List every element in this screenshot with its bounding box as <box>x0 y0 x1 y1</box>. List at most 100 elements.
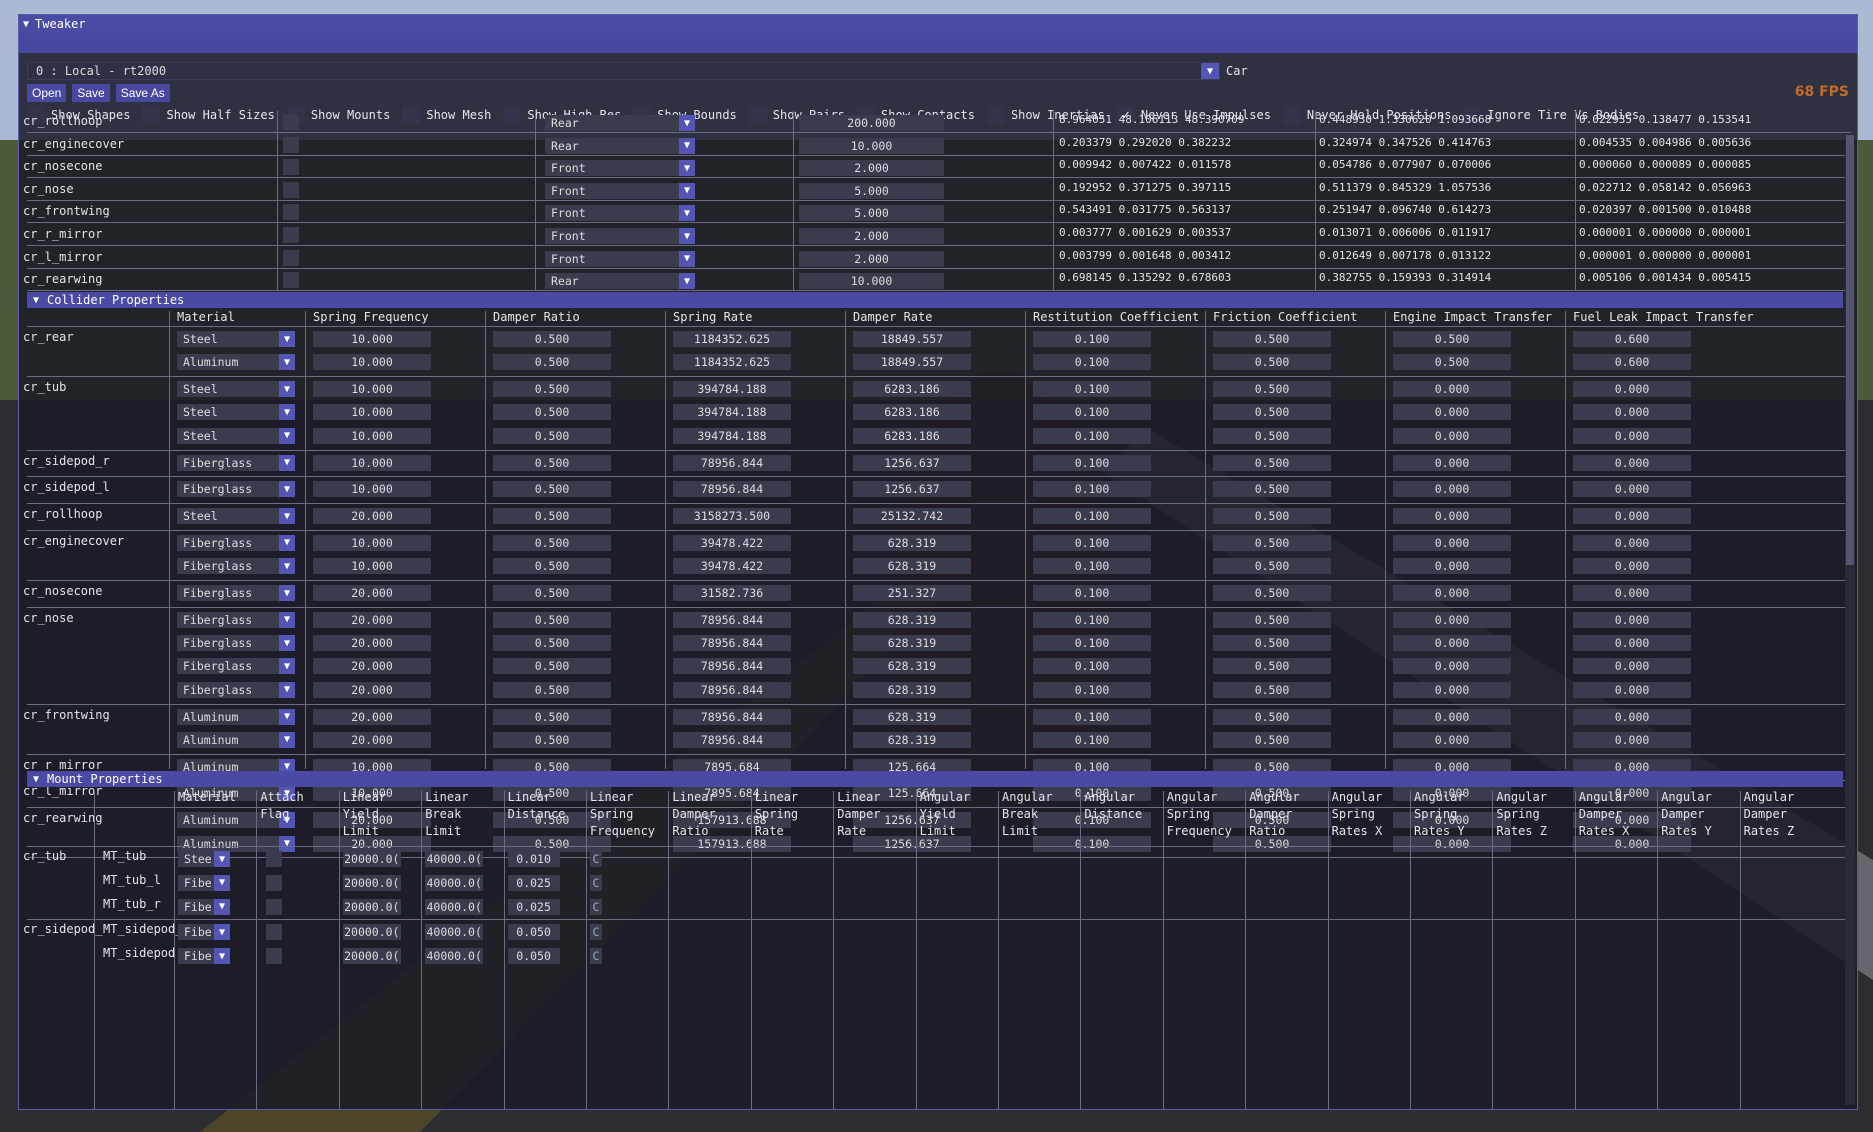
collider-value-field[interactable]: 0.000 <box>1573 534 1691 551</box>
collider-value-field[interactable]: 10.000 <box>313 427 431 444</box>
mass-field[interactable]: 2.000 <box>799 228 944 244</box>
collider-value-field[interactable]: 10.000 <box>313 404 431 421</box>
collider-value-field[interactable]: 0.500 <box>1213 427 1331 444</box>
material-select[interactable]: Aluminum ▼ <box>177 354 295 371</box>
body-flag-checkbox[interactable] <box>283 181 299 198</box>
axle-select[interactable]: Rear ▼ <box>545 273 695 290</box>
collider-value-field[interactable]: 628.319 <box>853 611 971 628</box>
collider-value-field[interactable]: 0.100 <box>1033 558 1151 575</box>
collider-value-field[interactable]: 0.000 <box>1393 427 1511 444</box>
collider-value-field[interactable]: 0.000 <box>1573 635 1691 652</box>
collider-value-field[interactable]: 0.000 <box>1393 611 1511 628</box>
collider-value-field[interactable]: 78956.844 <box>673 481 791 498</box>
collider-value-field[interactable]: 0.000 <box>1393 454 1511 471</box>
axle-select[interactable]: Front ▼ <box>545 250 695 267</box>
collider-value-field[interactable]: 628.319 <box>853 658 971 675</box>
collider-value-field[interactable]: 0.100 <box>1033 381 1151 398</box>
break-limit-field[interactable]: 40000.0( <box>425 898 484 915</box>
yield-limit-field[interactable]: 20000.0( <box>342 874 401 891</box>
material-select[interactable]: Fiberglass ▼ <box>177 534 295 551</box>
yield-limit-field[interactable]: 20000.0( <box>342 948 401 965</box>
material-select[interactable]: Aluminum ▼ <box>177 731 295 748</box>
checkbox-box[interactable] <box>1282 106 1301 124</box>
collider-value-field[interactable]: 0.100 <box>1033 658 1151 675</box>
collider-value-field[interactable]: 10.000 <box>313 558 431 575</box>
collider-value-field[interactable]: 0.100 <box>1033 585 1151 601</box>
mass-field[interactable]: 2.000 <box>799 250 944 267</box>
material-select[interactable]: Aluminum ▼ <box>177 708 295 725</box>
mass-field[interactable]: 10.000 <box>799 137 944 154</box>
collider-value-field[interactable]: 78956.844 <box>673 454 791 471</box>
collider-value-field[interactable]: 0.100 <box>1033 404 1151 421</box>
collider-value-field[interactable]: 0.500 <box>493 708 611 725</box>
axle-select[interactable]: Front ▼ <box>545 160 695 177</box>
collider-value-field[interactable]: 78956.844 <box>673 708 791 725</box>
mass-field[interactable]: 200.000 <box>799 115 944 131</box>
collider-value-field[interactable]: 0.000 <box>1393 481 1511 498</box>
collider-value-field[interactable]: 0.100 <box>1033 508 1151 525</box>
material-select[interactable]: Aluminum ▼ <box>177 835 295 852</box>
collider-value-field[interactable]: 25132.742 <box>853 508 971 525</box>
material-select[interactable]: Steel ▼ <box>177 381 295 398</box>
checkbox-box[interactable] <box>748 106 767 124</box>
collider-value-field[interactable]: 0.100 <box>1033 635 1151 652</box>
mount-material-select[interactable]: Fibe ▼ <box>178 898 230 915</box>
chevron-down-icon[interactable]: ▼ <box>279 835 295 852</box>
collider-value-field[interactable]: 1256.637 <box>853 454 971 471</box>
mount-material-select[interactable]: Fibe ▼ <box>178 924 230 941</box>
chevron-down-icon[interactable]: ▼ <box>279 658 295 675</box>
mount-section-header[interactable]: ▼ Mount Properties <box>27 771 1843 787</box>
collider-value-field[interactable]: 0.500 <box>1213 454 1331 471</box>
chevron-down-icon[interactable]: ▼ <box>679 228 695 244</box>
collider-value-field[interactable]: 0.000 <box>1573 681 1691 698</box>
collider-value-field[interactable]: 0.000 <box>1573 708 1691 725</box>
collider-value-field[interactable]: 1184352.625 <box>673 354 791 371</box>
collider-value-field[interactable]: 0.500 <box>1213 558 1331 575</box>
collider-value-field[interactable]: 0.500 <box>493 427 611 444</box>
open-button[interactable]: Open <box>27 84 67 102</box>
collider-value-field[interactable]: 0.100 <box>1033 534 1151 551</box>
chevron-down-icon[interactable]: ▼ <box>279 635 295 652</box>
collider-value-field[interactable]: 0.100 <box>1033 681 1151 698</box>
collider-value-field[interactable]: 0.500 <box>1213 331 1331 347</box>
collider-value-field[interactable]: 0.500 <box>1213 635 1331 652</box>
axle-select[interactable]: Rear ▼ <box>545 137 695 154</box>
option-checkbox[interactable]: Show Mesh <box>402 106 491 124</box>
linear-spring-field[interactable]: C <box>590 898 602 915</box>
checkbox-box[interactable] <box>142 106 161 124</box>
collider-value-field[interactable]: 0.000 <box>1393 708 1511 725</box>
collider-value-field[interactable]: 0.000 <box>1573 611 1691 628</box>
collider-value-field[interactable]: 628.319 <box>853 534 971 551</box>
collider-value-field[interactable]: 18849.557 <box>853 331 971 347</box>
collider-value-field[interactable]: 0.000 <box>1573 508 1691 525</box>
collider-value-field[interactable]: 10.000 <box>313 481 431 498</box>
collider-value-field[interactable]: 20.000 <box>313 708 431 725</box>
collapse-triangle-icon[interactable]: ▼ <box>23 19 29 30</box>
body-flag-checkbox[interactable] <box>283 249 299 266</box>
material-select[interactable]: Fiberglass ▼ <box>177 681 295 698</box>
break-limit-field[interactable]: 40000.0( <box>425 874 484 891</box>
collider-value-field[interactable]: 0.000 <box>1393 404 1511 421</box>
break-limit-field[interactable]: 40000.0( <box>425 948 484 965</box>
mount-material-select[interactable]: Stee ▼ <box>178 851 230 867</box>
material-select[interactable]: Steel ▼ <box>177 508 295 525</box>
collider-value-field[interactable]: 0.000 <box>1393 508 1511 525</box>
chevron-down-icon[interactable]: ▼ <box>279 481 295 498</box>
collider-value-field[interactable]: 20.000 <box>313 508 431 525</box>
collider-value-field[interactable]: 10.000 <box>313 331 431 347</box>
collider-value-field[interactable]: 20.000 <box>313 731 431 748</box>
collider-value-field[interactable]: 0.000 <box>1573 404 1691 421</box>
collider-value-field[interactable]: 0.500 <box>1213 508 1331 525</box>
collider-value-field[interactable]: 0.500 <box>493 454 611 471</box>
material-select[interactable]: Fiberglass ▼ <box>177 635 295 652</box>
collider-value-field[interactable]: 20.000 <box>313 611 431 628</box>
chevron-down-icon[interactable]: ▼ <box>279 404 295 421</box>
collider-value-field[interactable]: 0.000 <box>1393 658 1511 675</box>
chevron-down-icon[interactable]: ▼ <box>279 427 295 444</box>
collider-value-field[interactable]: 0.500 <box>493 354 611 371</box>
collider-value-field[interactable]: 20.000 <box>313 635 431 652</box>
collider-value-field[interactable]: 628.319 <box>853 708 971 725</box>
body-flag-checkbox[interactable] <box>283 114 299 130</box>
mass-field[interactable]: 10.000 <box>799 273 944 290</box>
collider-value-field[interactable]: 0.500 <box>1393 331 1511 347</box>
